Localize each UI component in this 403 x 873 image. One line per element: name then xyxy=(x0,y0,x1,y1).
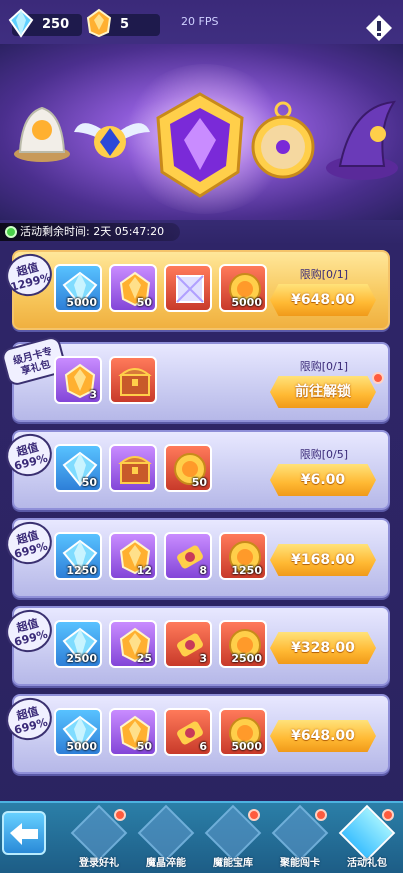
value-badge: 超值 699% xyxy=(1,692,57,746)
clock-icon xyxy=(5,226,17,238)
amber-item[interactable]: 25 xyxy=(109,620,157,668)
tab-label: 魔晶淬能 xyxy=(146,858,186,869)
tab-treasury[interactable]: 魔能宝库 xyxy=(200,804,266,871)
item-quantity: 2500 xyxy=(66,652,97,665)
pack-card: 超值 699% 1250 12 8 1250 ¥168.00 xyxy=(1,516,390,598)
value-badge: 超值 699% xyxy=(1,428,57,482)
tab-card[interactable]: 聚能闯卡 xyxy=(267,804,333,871)
crystal-item[interactable]: 1250 xyxy=(54,532,102,580)
buy-button[interactable]: ¥328.00 xyxy=(270,632,376,664)
winged-amulet-icon xyxy=(74,123,150,158)
coin-item[interactable]: 5000 xyxy=(219,708,267,756)
buy-button[interactable]: ¥168.00 xyxy=(270,544,376,576)
box-item[interactable] xyxy=(164,264,212,312)
amber-item[interactable]: 50 xyxy=(109,708,157,756)
crystal-icon xyxy=(8,8,34,38)
chest-icon xyxy=(118,368,152,396)
tab-gift-box[interactable]: 活动礼包 xyxy=(334,804,400,871)
value-badge: 超值 699% xyxy=(1,516,57,570)
bottom-nav: 登录好礼 魔晶淬能 魔能宝库 聚能闯卡 活动礼包 xyxy=(0,801,403,873)
notification-dot xyxy=(248,809,260,821)
coin-item[interactable]: 5000 xyxy=(219,264,267,312)
tab-crystal-burst[interactable]: 魔晶淬能 xyxy=(133,804,199,871)
fps-counter: 20 FPS xyxy=(181,15,219,28)
crystal-item[interactable]: 2500 xyxy=(54,620,102,668)
top-bar: 250 5 20 FPS xyxy=(0,0,403,48)
info-icon[interactable] xyxy=(365,14,393,42)
amber-item[interactable]: 12 xyxy=(109,532,157,580)
pack-card: 级月卡专 享礼包 3 限购[0/1] 前往解锁 xyxy=(0,334,390,422)
item-quantity: 3 xyxy=(89,388,97,401)
pocket-watch-icon xyxy=(251,101,315,179)
item-quantity: 50 xyxy=(136,740,152,753)
item-quantity: 50 xyxy=(191,476,207,489)
crystal-item[interactable]: 5000 xyxy=(54,264,102,312)
notification-dot xyxy=(382,809,394,821)
tab-label: 聚能闯卡 xyxy=(280,858,320,869)
item-quantity: 1250 xyxy=(66,564,97,577)
unlock-button[interactable]: 前往解锁 xyxy=(270,376,376,408)
activity-timer: 活动剩余时间: 2天 05:47:20 xyxy=(0,223,180,241)
chest-item[interactable] xyxy=(109,444,157,492)
amber-icon xyxy=(86,8,112,38)
pack-card: 超值 699% 5000 50 6 5000 ¥648.00 xyxy=(1,692,390,774)
chest-item[interactable] xyxy=(109,356,157,404)
item-quantity: 5000 xyxy=(66,296,97,309)
buy-button[interactable]: ¥648.00 xyxy=(270,720,376,752)
purple-gem-emblem-icon xyxy=(156,92,244,198)
tab-label: 活动礼包 xyxy=(347,858,387,869)
tab-gift[interactable]: 登录好礼 xyxy=(66,804,132,871)
box-icon xyxy=(176,275,204,303)
item-quantity: 1250 xyxy=(231,564,262,577)
item-quantity: 3 xyxy=(199,652,207,665)
coin-item[interactable]: 50 xyxy=(164,444,212,492)
crystal-item[interactable]: 50 xyxy=(54,444,102,492)
chest-icon xyxy=(118,456,152,484)
scroll-item[interactable]: 3 xyxy=(164,620,212,668)
pack-card: 超值 1299% 5000 50 5000 限购[0/1] ¥648.00 xyxy=(1,248,390,330)
hero-banner xyxy=(0,44,403,220)
value-badge: 超值 699% xyxy=(1,604,57,658)
value-badge: 超值 1299% xyxy=(1,248,57,302)
purchase-limit: 限购[0/5] xyxy=(299,448,348,461)
notification-dot xyxy=(114,809,126,821)
crystal-item[interactable]: 5000 xyxy=(54,708,102,756)
amber-counter[interactable]: 5 xyxy=(86,8,160,38)
amber-item[interactable]: 3 xyxy=(54,356,102,404)
back-arrow-icon xyxy=(10,823,38,845)
scroll-item[interactable]: 6 xyxy=(164,708,212,756)
item-quantity: 5000 xyxy=(66,740,97,753)
purchase-limit: 限购[0/1] xyxy=(299,360,348,373)
notification-dot xyxy=(372,372,384,384)
back-button[interactable] xyxy=(2,811,46,855)
buy-button[interactable]: ¥648.00 xyxy=(270,284,376,316)
pack-card: 超值 699% 2500 25 3 2500 ¥328.00 xyxy=(1,604,390,686)
amber-item[interactable]: 50 xyxy=(109,264,157,312)
wizard-hat-icon xyxy=(326,100,398,180)
item-quantity: 2500 xyxy=(231,652,262,665)
buy-button[interactable]: ¥6.00 xyxy=(270,464,376,496)
item-quantity: 25 xyxy=(136,652,152,665)
item-quantity: 12 xyxy=(136,564,152,577)
coin-item[interactable]: 2500 xyxy=(219,620,267,668)
crystal-burst-icon xyxy=(137,804,195,862)
coin-item[interactable]: 1250 xyxy=(219,532,267,580)
item-quantity: 5000 xyxy=(231,296,262,309)
item-quantity: 50 xyxy=(136,296,152,309)
item-quantity: 6 xyxy=(199,740,207,753)
tab-label: 魔能宝库 xyxy=(213,858,253,869)
item-quantity: 5000 xyxy=(231,740,262,753)
item-quantity: 50 xyxy=(81,476,97,489)
scroll-item[interactable]: 8 xyxy=(164,532,212,580)
item-quantity: 8 xyxy=(199,564,207,577)
egg-icon xyxy=(14,106,70,162)
pack-card: 超值 699% 50 50 限购[0/5] ¥6.00 xyxy=(1,428,390,510)
tab-label: 登录好礼 xyxy=(79,858,119,869)
notification-dot xyxy=(315,809,327,821)
purchase-limit: 限购[0/1] xyxy=(299,268,348,281)
crystal-counter[interactable]: 250 xyxy=(8,8,82,38)
